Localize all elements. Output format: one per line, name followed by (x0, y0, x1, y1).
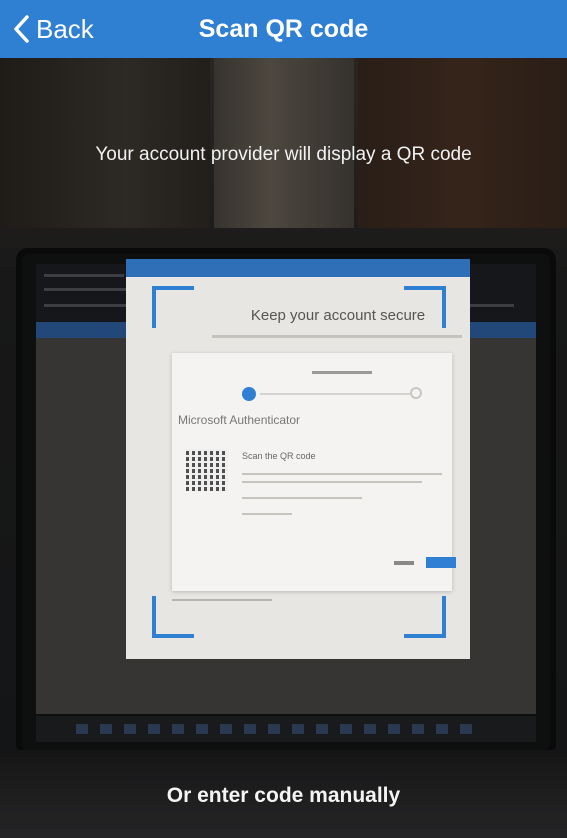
scanned-back-button (394, 561, 414, 565)
back-button[interactable]: Back (12, 0, 94, 58)
chevron-left-icon (14, 15, 29, 43)
viewfinder-corner-bottom-right (404, 596, 446, 638)
enter-code-manually-link[interactable]: Or enter code manually (0, 784, 567, 808)
back-label: Back (36, 13, 94, 44)
step-pending-icon (410, 387, 422, 399)
scan-instruction: Your account provider will display a QR … (95, 144, 472, 165)
viewfinder-corner-bottom-left (152, 596, 194, 638)
viewfinder-corner-top-left (152, 286, 194, 328)
scanned-next-button (426, 557, 456, 568)
scanned-page-subtext (212, 335, 462, 338)
qr-code-icon (186, 449, 228, 491)
scanned-dialog-scan-title: Scan the QR code (242, 451, 316, 461)
step-complete-icon (242, 387, 256, 401)
scanned-page-header-bar (126, 259, 470, 277)
nav-bar: Back Scan QR code (0, 0, 567, 58)
scanned-dialog-title: Microsoft Authenticator (178, 413, 301, 427)
scanned-setup-dialog: Microsoft Authenticator Scan the QR code (172, 353, 456, 591)
viewfinder-corner-top-right (404, 286, 446, 328)
